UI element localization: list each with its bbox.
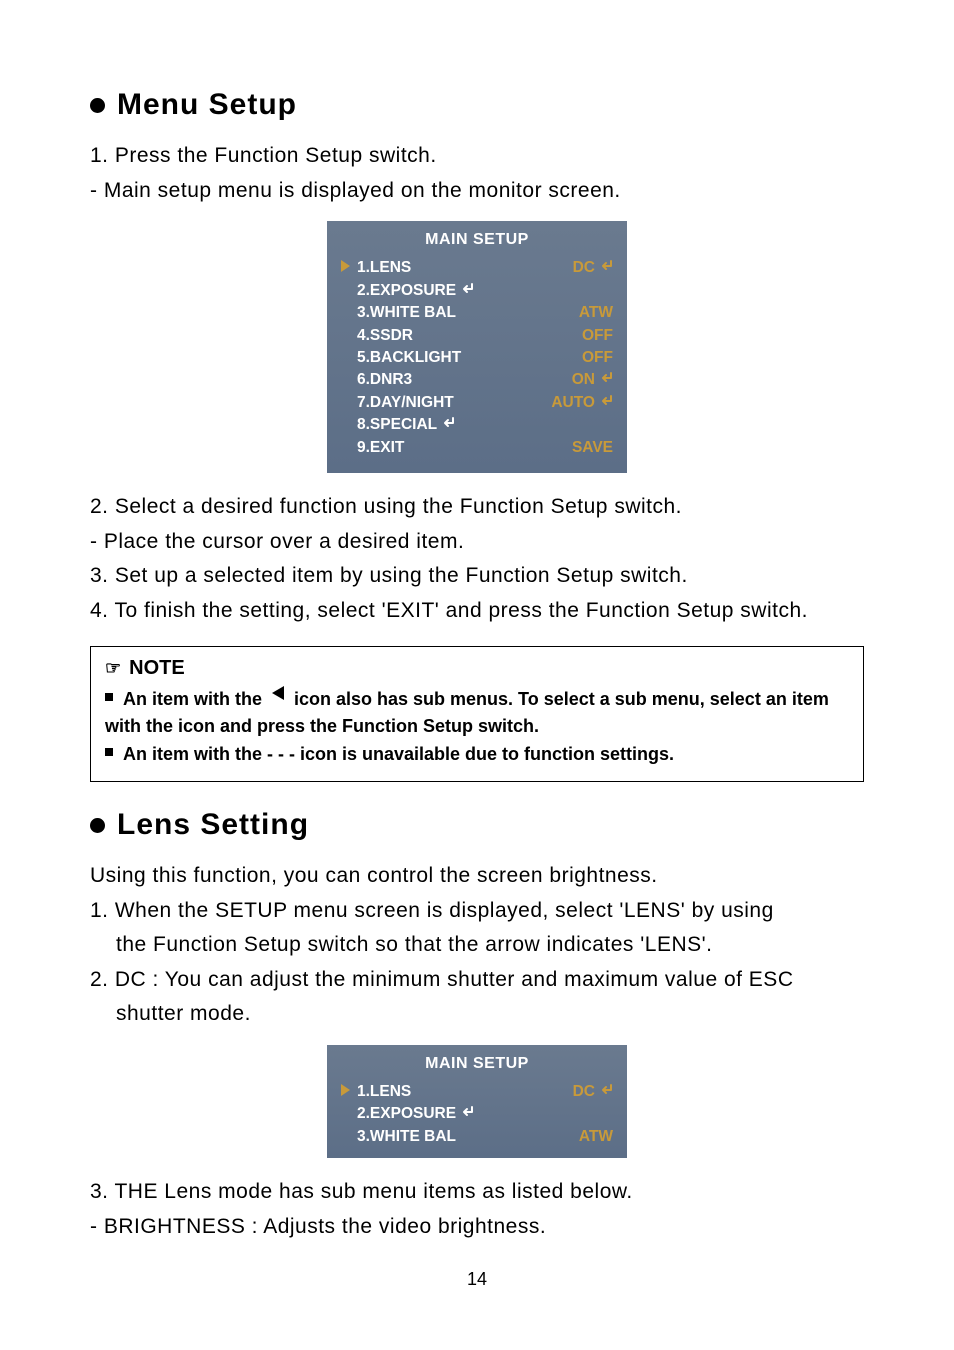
menu-row: 1.LENS DC bbox=[341, 1081, 613, 1103]
bottom-body: 3. THE Lens mode has sub menu items as l… bbox=[90, 1176, 864, 1243]
menu-item-label: 3.WHITE BAL bbox=[357, 1126, 456, 1148]
menu-title: MAIN SETUP bbox=[341, 231, 613, 249]
note-body: An item with the icon also has sub menus… bbox=[105, 686, 849, 770]
menu-row: 4.SSDR OFF bbox=[341, 325, 613, 347]
cursor-cell bbox=[341, 1081, 357, 1103]
menu-item-label: 5.BACKLIGHT bbox=[357, 347, 461, 369]
menu-row: 9.EXIT SAVE bbox=[341, 437, 613, 459]
menu-row: 1.LENS DC bbox=[341, 257, 613, 279]
note-heading-text: NOTE bbox=[129, 657, 185, 680]
text-line: 3. Set up a selected item by using the F… bbox=[90, 560, 864, 593]
triangle-right-icon bbox=[341, 260, 350, 272]
menu-item-label: 4.SSDR bbox=[357, 325, 413, 347]
menu-title: MAIN SETUP bbox=[341, 1055, 613, 1073]
text-line: - BRIGHTNESS : Adjusts the video brightn… bbox=[90, 1211, 864, 1244]
menu-item-label: 2.EXPOSURE bbox=[357, 1103, 474, 1125]
bullet-icon bbox=[90, 98, 105, 113]
section-heading-lens-setting: Lens Setting bbox=[90, 808, 864, 842]
text-line: the Function Setup switch so that the ar… bbox=[90, 929, 864, 962]
menu-rows: 1.LENS DC 2.EXPOSURE 3.WHITE BAL ATW bbox=[341, 1081, 613, 1148]
instructions-block: 2. Select a desired function using the F… bbox=[90, 491, 864, 627]
menu-row: 2.EXPOSURE bbox=[341, 280, 613, 302]
section-heading-menu-setup: Menu Setup bbox=[90, 88, 864, 122]
heading-text: Menu Setup bbox=[117, 88, 297, 122]
menu-row: 3.WHITE BAL ATW bbox=[341, 302, 613, 324]
section2-body: Using this function, you can control the… bbox=[90, 860, 864, 1031]
text-line: shutter mode. bbox=[90, 998, 864, 1031]
menu-item-label: 2.EXPOSURE bbox=[357, 280, 474, 302]
menu-item-label: 1.LENS bbox=[357, 257, 411, 279]
text-line: 1. When the SETUP menu screen is display… bbox=[90, 895, 864, 928]
triangle-right-icon bbox=[341, 1084, 350, 1096]
page-number: 14 bbox=[0, 1269, 954, 1290]
enter-icon bbox=[441, 414, 455, 436]
note-text: icon also has sub menus. To select a sub… bbox=[294, 686, 829, 714]
text-line: 4. To finish the setting, select 'EXIT' … bbox=[90, 595, 864, 628]
text-line: 2. DC : You can adjust the minimum shutt… bbox=[90, 964, 864, 997]
menu-item-value: ON bbox=[572, 369, 613, 391]
enter-icon bbox=[599, 392, 613, 414]
menu-item-value: ATW bbox=[579, 302, 613, 324]
enter-icon bbox=[460, 280, 474, 302]
pointing-hand-icon: ☞ bbox=[105, 658, 121, 679]
main-setup-menu-small: MAIN SETUP 1.LENS DC 2.EXPOSURE 3.WHITE B… bbox=[327, 1045, 627, 1158]
text-line: 2. Select a desired function using the F… bbox=[90, 491, 864, 524]
menu-row: 6.DNR3 ON bbox=[341, 369, 613, 391]
section1-body: 1. Press the Function Setup switch. - Ma… bbox=[90, 140, 864, 207]
menu-row: 8.SPECIAL bbox=[341, 414, 613, 436]
menu-item-value: ATW bbox=[579, 1126, 613, 1148]
menu-item-value: AUTO bbox=[551, 392, 613, 414]
menu-item-value: DC bbox=[573, 1081, 613, 1103]
menu-item-value: SAVE bbox=[572, 437, 613, 459]
menu-row: 3.WHITE BAL ATW bbox=[341, 1126, 613, 1148]
menu-item-value: DC bbox=[573, 257, 613, 279]
menu-item-value: OFF bbox=[582, 347, 613, 369]
menu-item-label: 1.LENS bbox=[357, 1081, 411, 1103]
enter-icon bbox=[599, 257, 613, 279]
main-setup-menu: MAIN SETUP 1.LENS DC 2.EXPOSURE 3.WHITE B… bbox=[327, 221, 627, 473]
text-line: 3. THE Lens mode has sub menu items as l… bbox=[90, 1176, 864, 1209]
menu-row: 2.EXPOSURE bbox=[341, 1103, 613, 1125]
heading-text: Lens Setting bbox=[117, 808, 309, 842]
menu-rows: 1.LENSDC 2.EXPOSURE 3.WHITE BALATW4.SSDR… bbox=[341, 257, 613, 459]
note-text: An item with the bbox=[123, 686, 262, 714]
enter-icon bbox=[460, 1103, 474, 1125]
note-text: An item with the - - - icon is unavailab… bbox=[123, 741, 674, 769]
cursor-cell bbox=[341, 257, 357, 279]
square-bullet-icon bbox=[105, 693, 113, 701]
menu-item-label: 3.WHITE BAL bbox=[357, 302, 456, 324]
note-box: ☞ NOTE An item with the icon also has su… bbox=[90, 646, 864, 783]
menu-row: 5.BACKLIGHT OFF bbox=[341, 347, 613, 369]
menu-row: 7.DAY/NIGHT AUTO bbox=[341, 392, 613, 414]
note-heading: ☞ NOTE bbox=[105, 657, 849, 680]
note-text: with the icon and press the Function Set… bbox=[105, 713, 849, 741]
enter-icon bbox=[599, 1081, 613, 1103]
menu-item-label: 6.DNR3 bbox=[357, 369, 412, 391]
bullet-icon bbox=[90, 818, 105, 833]
menu-item-label: 7.DAY/NIGHT bbox=[357, 392, 454, 414]
menu-item-value: OFF bbox=[582, 325, 613, 347]
text-line: - Place the cursor over a desired item. bbox=[90, 526, 864, 559]
triangle-left-icon bbox=[272, 686, 284, 700]
text-line: 1. Press the Function Setup switch. bbox=[90, 140, 864, 173]
text-line: Using this function, you can control the… bbox=[90, 860, 864, 893]
square-bullet-icon bbox=[105, 748, 113, 756]
menu-item-label: 9.EXIT bbox=[357, 437, 404, 459]
text-line: - Main setup menu is displayed on the mo… bbox=[90, 175, 864, 208]
menu-item-label: 8.SPECIAL bbox=[357, 414, 455, 436]
enter-icon bbox=[599, 369, 613, 391]
